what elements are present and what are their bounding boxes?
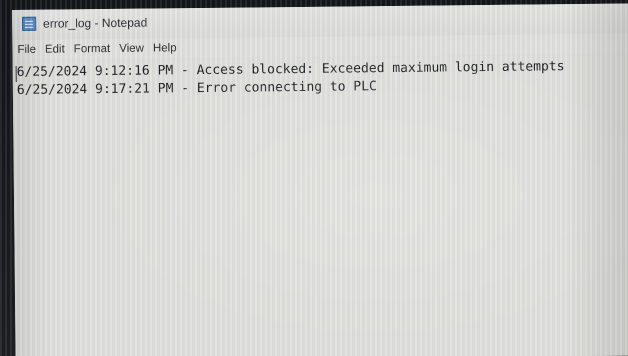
editor-content: 6/25/2024 9:12:16 PM - Access blocked: E… bbox=[17, 58, 565, 100]
notepad-window: error_log - Notepad File Edit Format Vie… bbox=[12, 3, 628, 356]
monitor-screen: error_log - Notepad File Edit Format Vie… bbox=[0, 0, 628, 356]
notepad-icon bbox=[22, 16, 37, 31]
menu-format[interactable]: Format bbox=[74, 43, 111, 55]
text-editor-area[interactable]: 6/25/2024 9:12:16 PM - Access blocked: E… bbox=[12, 54, 628, 356]
window-title: error_log - Notepad bbox=[43, 15, 148, 31]
menu-file[interactable]: File bbox=[17, 44, 36, 56]
menu-edit[interactable]: Edit bbox=[45, 43, 65, 55]
menu-view[interactable]: View bbox=[119, 43, 144, 55]
menu-help[interactable]: Help bbox=[153, 42, 177, 54]
